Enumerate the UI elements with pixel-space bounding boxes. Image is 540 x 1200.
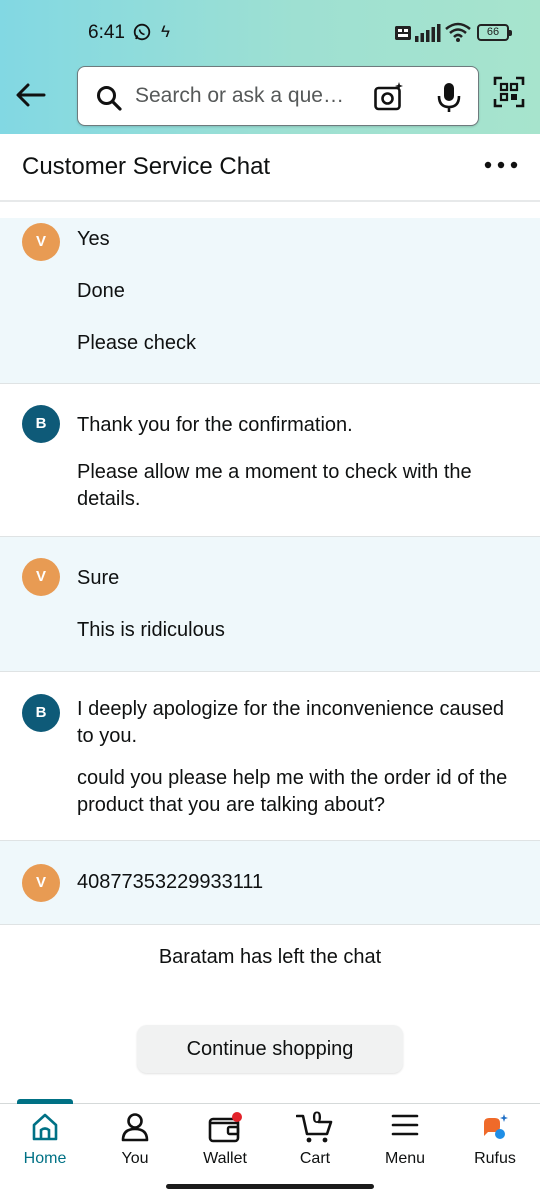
- avatar: B: [22, 405, 60, 443]
- battery-icon: 66: [477, 24, 512, 41]
- gesture-bar[interactable]: [166, 1184, 374, 1189]
- home-icon: [31, 1112, 59, 1144]
- message-text: Please allow me a moment to check with t…: [77, 461, 472, 510]
- rufus-icon: [480, 1112, 510, 1144]
- nav-label: Cart: [299, 1150, 331, 1167]
- avatar: B: [22, 694, 60, 732]
- message-text: I deeply apologize for the inconvenience…: [77, 698, 504, 747]
- nav-label: Menu: [384, 1150, 426, 1167]
- search-input[interactable]: Search or ask a que…: [135, 84, 344, 108]
- nav-label: Rufus: [474, 1150, 516, 1167]
- status-bar: 6:41 ϟ 66: [0, 0, 540, 62]
- whatsapp-icon: [133, 23, 151, 46]
- nav-label: Wallet: [203, 1150, 247, 1167]
- message-text: 40877353229933111: [77, 871, 264, 893]
- system-notice: Baratam has left the chat: [158, 946, 382, 968]
- cart-icon: 0: [295, 1108, 334, 1144]
- cart-count: 0: [312, 1108, 322, 1127]
- search-icon: [96, 85, 122, 116]
- nav-label: You: [121, 1150, 149, 1167]
- chat-message: V Yes Done Please check: [0, 218, 540, 384]
- status-time: 6:41: [88, 22, 125, 43]
- message-text: Please check: [77, 332, 196, 354]
- avatar: V: [22, 558, 60, 596]
- more-options-icon[interactable]: [484, 158, 518, 177]
- nav-home[interactable]: Home: [0, 1104, 90, 1184]
- chat-message: B I deeply apologize for the inconvenien…: [0, 672, 540, 841]
- avatar: V: [22, 864, 60, 902]
- nav-rufus[interactable]: Rufus: [450, 1104, 540, 1184]
- nav-wallet[interactable]: Wallet: [180, 1104, 270, 1184]
- menu-icon: [391, 1112, 419, 1144]
- message-text: Yes: [77, 228, 110, 250]
- message-text: Thank you for the confirmation.: [77, 414, 353, 436]
- message-text: Done: [77, 280, 125, 302]
- nav-you[interactable]: You: [90, 1104, 180, 1184]
- back-arrow-icon[interactable]: [14, 78, 48, 112]
- wallet-icon: [207, 1112, 243, 1144]
- search-bar[interactable]: Search or ask a que…: [77, 66, 479, 126]
- app-header: 6:41 ϟ 66 Search or ask a que…: [0, 0, 540, 134]
- chat-title-bar: Customer Service Chat: [0, 134, 540, 202]
- message-text: Sure: [77, 567, 120, 589]
- microphone-icon[interactable]: [436, 81, 462, 118]
- page-title: Customer Service Chat: [22, 153, 271, 180]
- chat-message: B Thank you for the confirmation. Please…: [0, 384, 540, 537]
- chat-message: V Sure This is ridiculous: [0, 537, 540, 672]
- signal-icon: [415, 24, 441, 47]
- camera-search-icon[interactable]: [373, 81, 405, 118]
- lightning-icon: ϟ: [161, 22, 170, 41]
- continue-shopping-button[interactable]: Continue shopping: [137, 1025, 403, 1073]
- nav-label: Home: [23, 1150, 67, 1167]
- message-text: could you please help me with the order …: [77, 767, 508, 816]
- nav-menu[interactable]: Menu: [360, 1104, 450, 1184]
- message-text: This is ridiculous: [77, 619, 225, 641]
- avatar: V: [22, 223, 60, 261]
- qr-scan-icon[interactable]: [493, 76, 525, 113]
- volte-icon: [395, 26, 411, 40]
- chat-message: V 40877353229933111: [0, 841, 540, 925]
- user-icon: [120, 1112, 150, 1144]
- wifi-icon: [445, 22, 471, 47]
- nav-cart[interactable]: 0 Cart: [270, 1104, 360, 1184]
